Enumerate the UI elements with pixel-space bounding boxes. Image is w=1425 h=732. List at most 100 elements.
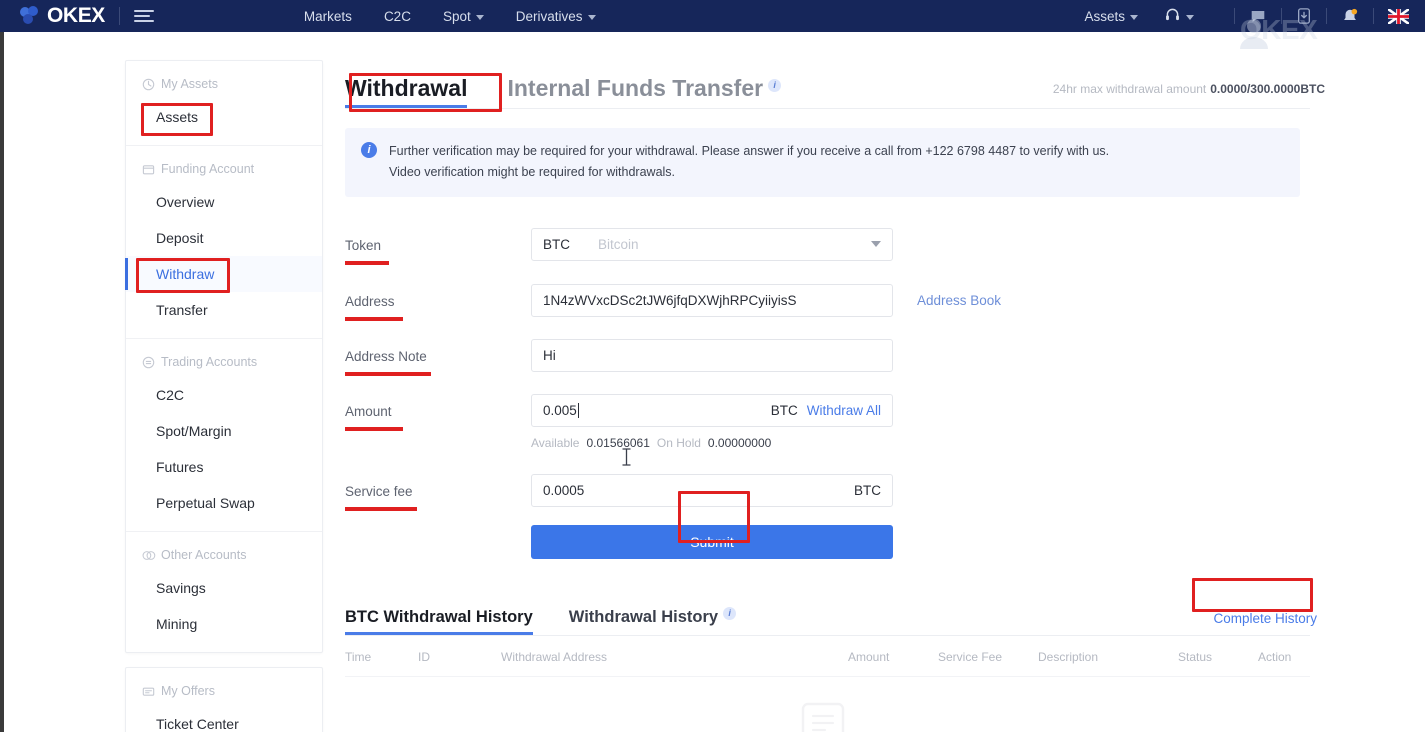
nav-item-support[interactable]: [1164, 6, 1194, 26]
tab-btc-withdrawal-history-label: BTC Withdrawal History: [345, 608, 533, 626]
headset-icon: [1164, 6, 1181, 26]
service-fee-value: 0.0005: [543, 483, 585, 498]
address-book-link[interactable]: Address Book: [917, 293, 1001, 308]
address-note-input[interactable]: Hi: [531, 339, 893, 372]
sidebar: My Assets Assets Funding Account Overvie…: [125, 60, 323, 732]
okex-logo[interactable]: OKEX: [20, 4, 105, 28]
column-header-amount: Amount: [848, 650, 890, 664]
sidebar-group-label: My Offers: [161, 684, 215, 698]
tab-withdrawal[interactable]: Withdrawal: [345, 75, 468, 108]
tab-btc-withdrawal-history[interactable]: BTC Withdrawal History: [345, 608, 533, 635]
clock-icon: [142, 78, 155, 91]
download-app-icon[interactable]: [1296, 7, 1312, 25]
sidebar-item-overview[interactable]: Overview: [126, 184, 322, 220]
sidebar-item-perpetual-swap[interactable]: Perpetual Swap: [126, 485, 322, 521]
max-withdrawal-label: 24hr max withdrawal amount: [1052, 82, 1207, 96]
token-name-placeholder: Bitcoin: [598, 237, 639, 252]
nav-item-derivatives[interactable]: Derivatives: [516, 9, 596, 24]
sidebar-group-title: Funding Account: [126, 152, 322, 184]
tabs-divider: [345, 108, 1310, 109]
nav-item-c2c[interactable]: C2C: [384, 9, 411, 24]
sidebar-group-title: My Offers: [126, 674, 322, 706]
service-fee-input[interactable]: 0.0005 BTC: [531, 474, 893, 507]
sidebar-group-funding-account: Funding Account Overview Deposit Withdra…: [125, 146, 322, 339]
max-withdrawal-value: 0.0000/300.0000BTC: [1210, 82, 1325, 96]
address-label: Address: [345, 294, 395, 309]
sidebar-group-my-assets: My Assets Assets: [126, 61, 322, 146]
top-navigation-bar: OKEX Markets C2C Spot Derivatives Assets: [0, 0, 1425, 32]
nav-item-markets[interactable]: Markets: [304, 9, 352, 24]
sidebar-item-savings[interactable]: Savings: [126, 570, 322, 606]
tab-withdrawal-history[interactable]: Withdrawal History i: [568, 607, 737, 635]
amount-unit: BTC: [770, 403, 798, 418]
sidebar-group-label: Trading Accounts: [161, 355, 258, 369]
sidebar-item-transfer[interactable]: Transfer: [126, 292, 322, 328]
token-label-wrap: Token: [345, 228, 531, 265]
verification-alert-line1: Further verification may be required for…: [389, 144, 1110, 158]
sidebar-item-c2c[interactable]: C2C: [126, 377, 322, 413]
tab-withdrawal-history-label: Withdrawal History: [568, 608, 719, 626]
nav-icon-divider: [1326, 8, 1327, 24]
sidebar-item-ticket-center[interactable]: Ticket Center: [126, 706, 322, 732]
tab-internal-funds-transfer[interactable]: Internal Funds Transfer i: [507, 75, 782, 108]
form-row-service-fee: Service fee 0.0005 BTC Submit: [345, 474, 1325, 559]
annotation-underline-service-fee: [345, 507, 417, 511]
amount-control: 0.005 BTC Withdraw All Available 0.01566…: [531, 394, 893, 450]
tab-withdrawal-label: Withdrawal: [345, 75, 468, 101]
sidebar-item-futures[interactable]: Futures: [126, 449, 322, 485]
text-caret: [577, 403, 579, 418]
amount-label-wrap: Amount: [345, 394, 531, 431]
verification-alert: i Further verification may be required f…: [345, 128, 1300, 197]
amount-input[interactable]: 0.005 BTC Withdraw All: [531, 394, 893, 427]
token-label: Token: [345, 238, 382, 253]
sidebar-item-spot-margin[interactable]: Spot/Margin: [126, 413, 322, 449]
submit-button[interactable]: Submit: [531, 525, 893, 559]
nav-item-assets[interactable]: Assets: [1084, 9, 1138, 24]
notification-bell-icon[interactable]: [1341, 7, 1359, 26]
annotation-underline-amount: [345, 427, 403, 431]
column-header-time: Time: [345, 650, 372, 664]
address-value: 1N4zWVxcDSc2tJW6jfqDXWjhRPCyiiyisS: [543, 293, 797, 308]
address-note-control: Hi: [531, 339, 893, 372]
amount-value: 0.005: [543, 403, 577, 418]
available-value: 0.01566061: [586, 436, 650, 450]
service-fee-unit: BTC: [854, 483, 881, 498]
address-note-value: Hi: [543, 348, 556, 363]
chevron-down-icon[interactable]: [871, 241, 881, 247]
withdraw-all-link[interactable]: Withdraw All: [807, 403, 881, 418]
nav-item-spot[interactable]: Spot: [443, 9, 484, 24]
hamburger-icon[interactable]: [133, 10, 154, 22]
sidebar-group-label: Funding Account: [161, 162, 255, 176]
amount-label: Amount: [345, 404, 392, 419]
sidebar-item-deposit[interactable]: Deposit: [126, 220, 322, 256]
no-data-icon: [801, 702, 845, 732]
nav-icon-divider: [1373, 8, 1374, 24]
complete-history-link[interactable]: Complete History: [1213, 611, 1317, 626]
sidebar-group-title: My Assets: [126, 67, 322, 99]
column-header-id: ID: [418, 650, 430, 664]
sidebar-item-mining[interactable]: Mining: [126, 606, 322, 642]
sidebar-group-trading-accounts: Trading Accounts C2C Spot/Margin Futures…: [126, 339, 322, 532]
address-control: 1N4zWVxcDSc2tJW6jfqDXWjhRPCyiiyisS: [531, 284, 893, 317]
info-icon[interactable]: i: [723, 607, 737, 621]
address-input[interactable]: 1N4zWVxcDSc2tJW6jfqDXWjhRPCyiiyisS: [531, 284, 893, 317]
verification-alert-line2: Video verification might be required for…: [389, 165, 676, 179]
token-select[interactable]: BTC Bitcoin: [531, 228, 893, 261]
history-tabs: BTC Withdrawal History Withdrawal Histor…: [345, 601, 1325, 635]
chevron-down-icon: [475, 14, 484, 20]
exchange-icon: [142, 356, 155, 369]
okex-logo-mark: [20, 6, 42, 26]
chat-icon[interactable]: [1249, 7, 1267, 25]
sidebar-item-withdraw[interactable]: Withdraw: [125, 256, 322, 292]
info-icon[interactable]: i: [768, 79, 782, 93]
history-table-header: Time ID Withdrawal Address Amount Servic…: [345, 636, 1310, 677]
form-row-address-note: Address Note Hi: [345, 339, 1325, 376]
address-label-wrap: Address: [345, 284, 531, 321]
language-flag-icon[interactable]: [1388, 8, 1409, 24]
nav-item-derivatives-label: Derivatives: [515, 8, 583, 24]
page-tabs: Withdrawal Internal Funds Transfer i 24hr…: [345, 60, 1325, 108]
sidebar-item-assets[interactable]: Assets: [126, 99, 322, 135]
token-control: BTC Bitcoin: [531, 228, 893, 261]
sidebar-group-other-accounts: Other Accounts Savings Mining: [126, 532, 322, 652]
chevron-down-icon: [1130, 14, 1138, 20]
